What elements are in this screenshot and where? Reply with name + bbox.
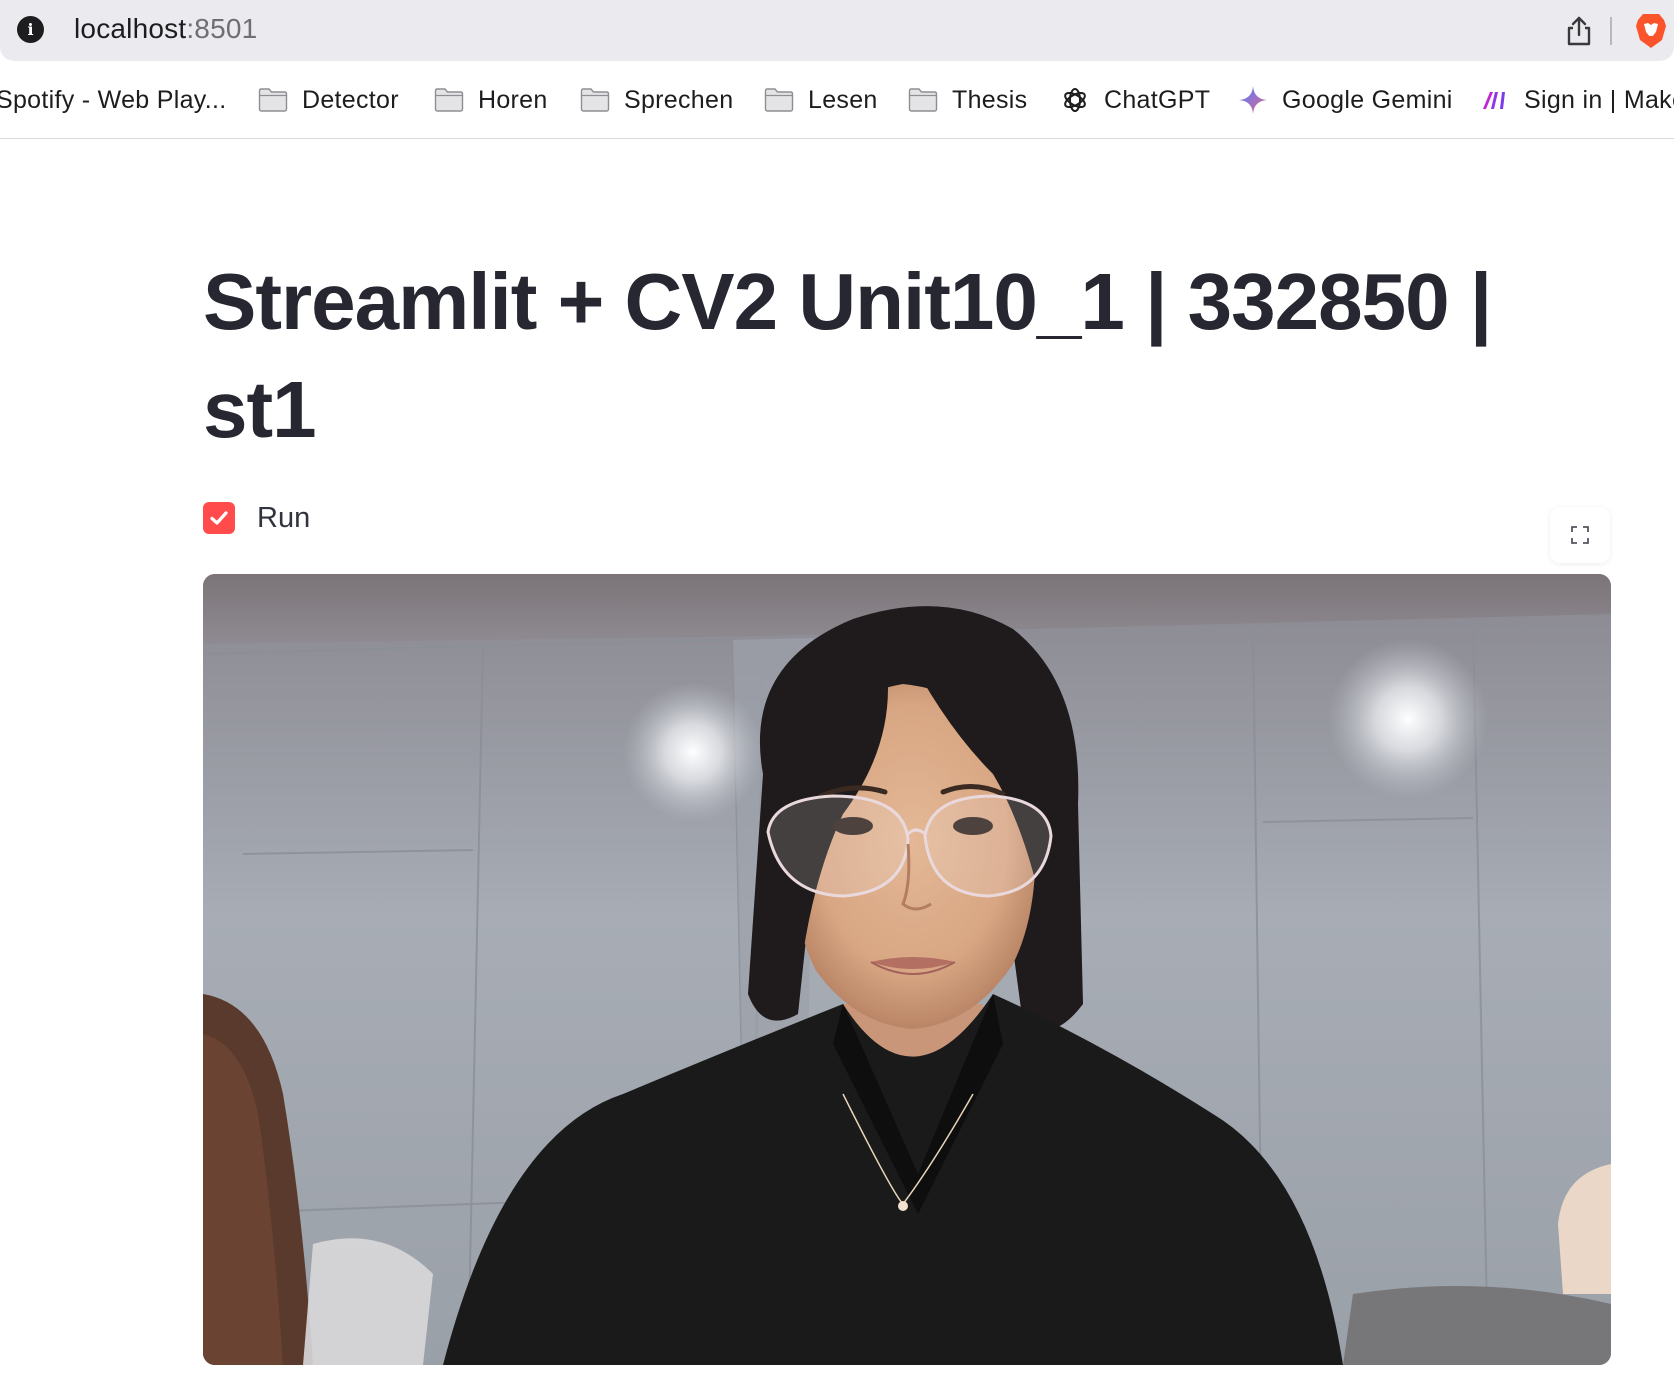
bookmark-label: ChatGPT [1104,85,1211,114]
page-title: Streamlit + CV2 Unit10_1 | 332850 | st1 [203,257,1492,454]
checkbox-checked-icon[interactable] [203,502,235,534]
info-icon[interactable]: i [17,16,44,43]
folder-icon [434,88,464,112]
folder-icon [258,88,288,112]
bookmark-label: Spotify - Web Play... [0,85,227,114]
bookmark-spotify[interactable]: Spotify - Web Play... [0,83,226,117]
toolbar-divider [1610,17,1612,45]
chatgpt-icon [1064,88,1086,112]
share-icon[interactable] [1562,14,1596,48]
gemini-icon [1239,86,1267,114]
bookmark-thesis[interactable]: Thesis [908,83,1027,117]
bookmark-make[interactable]: Sign in | Make [1480,83,1674,117]
bookmark-horen[interactable]: Horen [434,83,548,117]
bookmark-label: Google Gemini [1282,85,1453,114]
bookmark-detector[interactable]: Detector [258,83,399,117]
folder-icon [764,88,794,112]
bookmark-label: Thesis [952,85,1028,114]
checkbox-label: Run [257,501,311,534]
url-field[interactable]: localhost:8501 [74,13,257,45]
folder-icon [908,88,938,112]
address-bar[interactable]: i localhost:8501 [0,0,1674,61]
bookmark-label: Sign in | Make [1524,85,1674,114]
fullscreen-button[interactable] [1550,507,1610,563]
bookmark-lesen[interactable]: Lesen [764,83,878,117]
bookmark-label: Detector [302,85,399,114]
run-checkbox[interactable]: Run [203,501,310,535]
webcam-image [203,574,1611,1365]
url-port: :8501 [186,13,258,44]
bookmark-gemini[interactable]: Google Gemini [1238,83,1453,117]
bookmark-label: Horen [478,85,548,114]
webcam-frame [203,574,1611,1365]
url-host: localhost [74,13,187,44]
bookmark-chatgpt[interactable]: ChatGPT [1060,83,1210,117]
bookmark-label: Lesen [808,85,878,114]
bookmark-sprechen[interactable]: Sprechen [580,83,733,117]
bookmarks-bar: Spotify - Web Play... Detector Horen Spr… [0,61,1674,139]
fullscreen-icon [1571,526,1589,544]
brave-lion-icon[interactable] [1634,12,1668,50]
bookmark-label: Sprechen [624,85,734,114]
folder-icon [580,88,610,112]
make-icon [1483,92,1505,109]
